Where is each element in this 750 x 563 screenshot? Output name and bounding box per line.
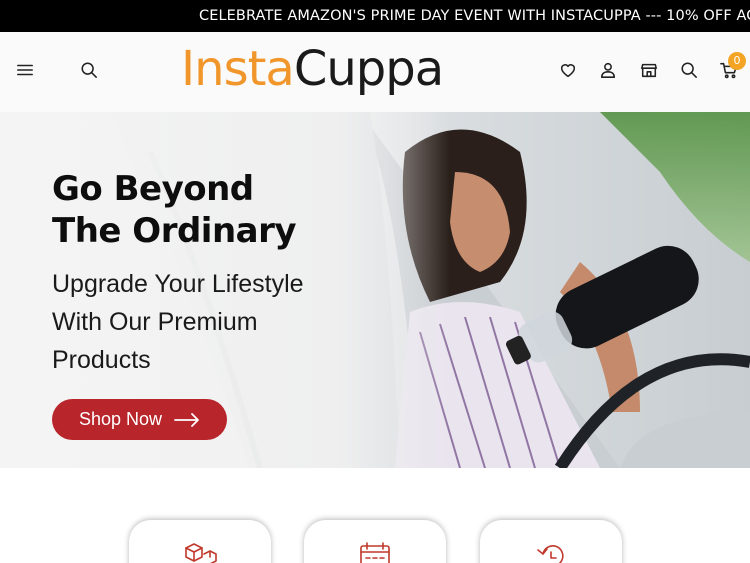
feature-card-delivery <box>304 520 446 563</box>
hero-banner: Go Beyond The Ordinary Upgrade Your Life… <box>0 112 750 468</box>
boxes-icon <box>185 543 217 563</box>
features-section <box>0 468 750 563</box>
logo-cuppa: Cuppa <box>293 41 444 97</box>
arrow-right-icon <box>174 412 199 427</box>
store-icon[interactable] <box>638 59 660 81</box>
search-icon[interactable] <box>678 59 700 81</box>
calendar-icon <box>360 542 390 563</box>
site-logo[interactable]: Insta Cuppa <box>181 39 444 99</box>
hero-subtitle-line1: Upgrade Your Lifestyle <box>52 270 304 298</box>
hero-subtitle-line3: Products <box>52 346 151 374</box>
return-icon <box>537 545 564 563</box>
announcement-text: CELEBRATE AMAZON'S PRIME DAY EVENT WITH … <box>199 8 750 24</box>
site-header: Insta Cuppa <box>0 32 750 112</box>
shop-now-button[interactable]: Shop Now <box>52 399 227 440</box>
menu-icon[interactable] <box>14 59 36 81</box>
heart-icon[interactable] <box>557 59 579 81</box>
hero-subtitle-line2: With Our Premium <box>52 308 258 336</box>
feature-card-shipping <box>129 520 271 563</box>
cart-count-badge: 0 <box>728 52 746 70</box>
user-icon[interactable] <box>597 59 619 81</box>
shop-now-label: Shop Now <box>78 409 163 429</box>
hero-title: Go Beyond The Ordinary <box>52 168 297 252</box>
search-icon[interactable] <box>78 59 100 81</box>
feature-card-returns <box>480 520 622 563</box>
hero-title-line2: The Ordinary <box>52 211 297 251</box>
announcement-bar: CELEBRATE AMAZON'S PRIME DAY EVENT WITH … <box>0 0 750 32</box>
hero-title-line1: Go Beyond <box>52 169 254 209</box>
logo-insta: Insta <box>181 41 295 97</box>
hero-subtitle: Upgrade Your Lifestyle With Our Premium … <box>52 265 352 379</box>
